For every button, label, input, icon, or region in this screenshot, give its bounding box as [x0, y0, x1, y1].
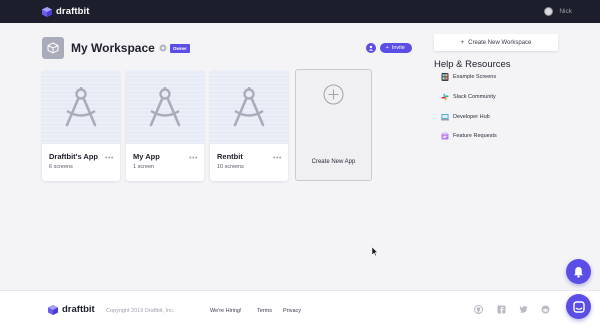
twitter-icon[interactable] — [519, 305, 528, 314]
help-link-label: Slack Community — [453, 94, 496, 100]
github-icon[interactable] — [474, 305, 483, 314]
app-thumbnail — [42, 70, 120, 144]
compass-icon — [65, 87, 97, 127]
plus-icon: + — [385, 45, 389, 51]
developer-hub-icon — [441, 114, 449, 121]
example-screens-icon — [441, 73, 449, 81]
app-screen-count: 10 screens — [217, 164, 244, 170]
app-card[interactable]: Rentbit 10 screens ••• — [210, 70, 288, 181]
help-link-feature-requests[interactable]: Feature Requests — [441, 132, 497, 140]
invite-label: Invite — [391, 45, 405, 51]
create-new-app-card[interactable]: Create New App — [295, 69, 372, 181]
help-link-label: Example Screens — [453, 74, 497, 80]
app-screen-count: 1 screen — [133, 164, 155, 170]
help-link-label: Feature Requests — [453, 133, 497, 139]
slack-icon — [441, 93, 449, 101]
app-name: Rentbit — [217, 152, 243, 161]
mouse-cursor-icon — [372, 247, 378, 256]
footer-brand-link[interactable]: draftbit — [48, 304, 95, 315]
app-card[interactable]: Draftbit's App 6 screens ••• — [42, 70, 120, 181]
workspace-icon — [42, 37, 64, 59]
user-menu[interactable]: Nick — [544, 7, 572, 16]
plus-circle-icon — [323, 84, 344, 105]
brand-name: draftbit — [56, 6, 90, 17]
feature-requests-icon — [441, 132, 449, 140]
members-icon[interactable] — [365, 43, 376, 53]
app-name: Draftbit's App — [49, 152, 99, 161]
compass-icon — [233, 87, 265, 127]
app-name: My App — [133, 152, 160, 161]
more-options-icon[interactable]: ••• — [105, 155, 114, 162]
copyright-text: Copyright 2019 Draftbit, Inc. — [106, 308, 175, 314]
avatar — [544, 7, 554, 16]
brand-logo-link[interactable]: draftbit — [42, 6, 90, 17]
help-link-slack-community[interactable]: Slack Community — [441, 93, 496, 101]
notifications-button[interactable] — [566, 259, 591, 284]
draftbit-logo-icon — [48, 304, 58, 315]
facebook-icon[interactable] — [497, 305, 506, 314]
create-new-workspace-button[interactable]: + Create New Workspace — [434, 34, 558, 51]
draftbit-logo-icon — [42, 6, 52, 17]
reddit-icon[interactable] — [541, 305, 550, 314]
chat-support-button[interactable] — [566, 294, 591, 319]
footer-brand-name: draftbit — [62, 304, 95, 315]
help-link-developer-hub[interactable]: Developer Hub — [441, 113, 490, 121]
help-resources-heading: Help & Resources — [434, 59, 511, 70]
privacy-link[interactable]: Privacy — [283, 308, 301, 314]
gear-icon[interactable] — [159, 44, 167, 52]
workspace-header: My Workspace Owner + Invite — [42, 37, 412, 59]
user-name: Nick — [559, 8, 572, 15]
invite-button[interactable]: + Invite — [379, 43, 412, 53]
bell-icon — [574, 266, 583, 278]
plus-icon: + — [460, 39, 465, 46]
more-options-icon[interactable]: ••• — [273, 155, 282, 162]
compass-icon — [149, 87, 181, 127]
create-new-app-label: Create New App — [311, 159, 356, 165]
more-options-icon[interactable]: ••• — [189, 155, 198, 162]
footer: draftbit Copyright 2019 Draftbit, Inc. W… — [0, 290, 600, 328]
help-link-label: Developer Hub — [453, 114, 490, 120]
help-link-example-screens[interactable]: Example Screens — [441, 73, 496, 81]
top-bar: draftbit Nick — [0, 0, 600, 23]
app-card[interactable]: My App 1 screen ••• — [126, 70, 204, 181]
app-thumbnail — [126, 70, 204, 144]
create-new-workspace-label: Create New Workspace — [468, 39, 532, 46]
hiring-link[interactable]: We're Hiring! — [210, 308, 242, 314]
terms-link[interactable]: Terms — [257, 308, 272, 314]
app-thumbnail — [210, 70, 288, 144]
page-title: My Workspace — [71, 41, 155, 55]
owner-badge: Owner — [169, 43, 190, 53]
chat-icon — [572, 300, 585, 313]
app-screen-count: 6 screens — [49, 164, 73, 170]
